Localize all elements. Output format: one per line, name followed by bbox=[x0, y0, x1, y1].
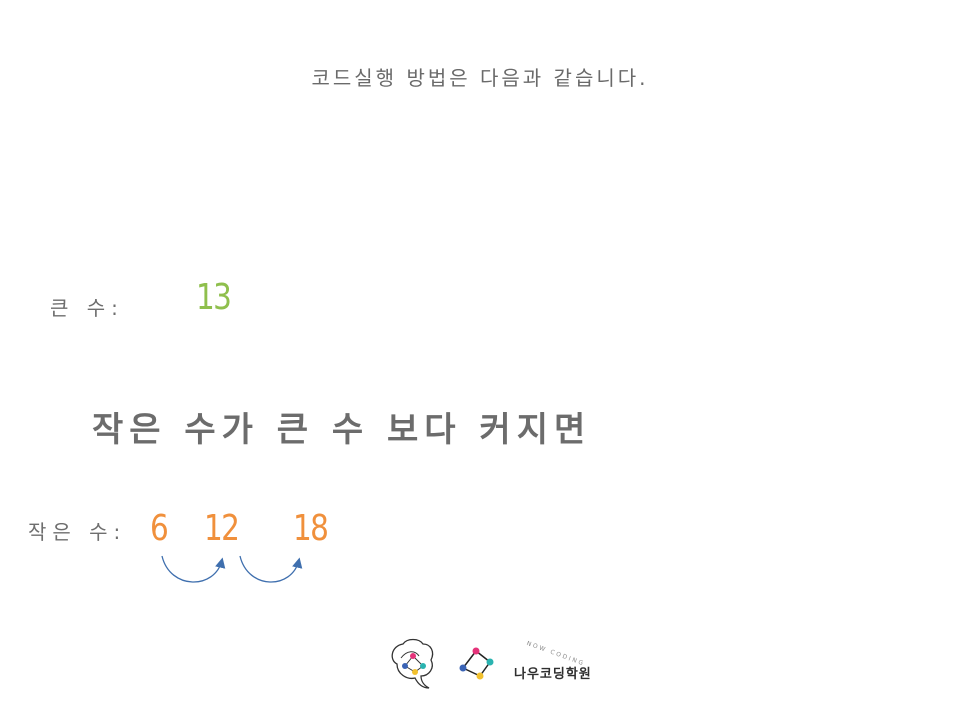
arrow-step-1 bbox=[161, 555, 226, 583]
network-logo-icon bbox=[459, 647, 494, 680]
step-arrows bbox=[161, 555, 303, 583]
logo-name: 나우코딩학원 bbox=[514, 667, 592, 682]
brain-logo-icon bbox=[391, 638, 434, 689]
arrow-step-2 bbox=[239, 555, 303, 583]
